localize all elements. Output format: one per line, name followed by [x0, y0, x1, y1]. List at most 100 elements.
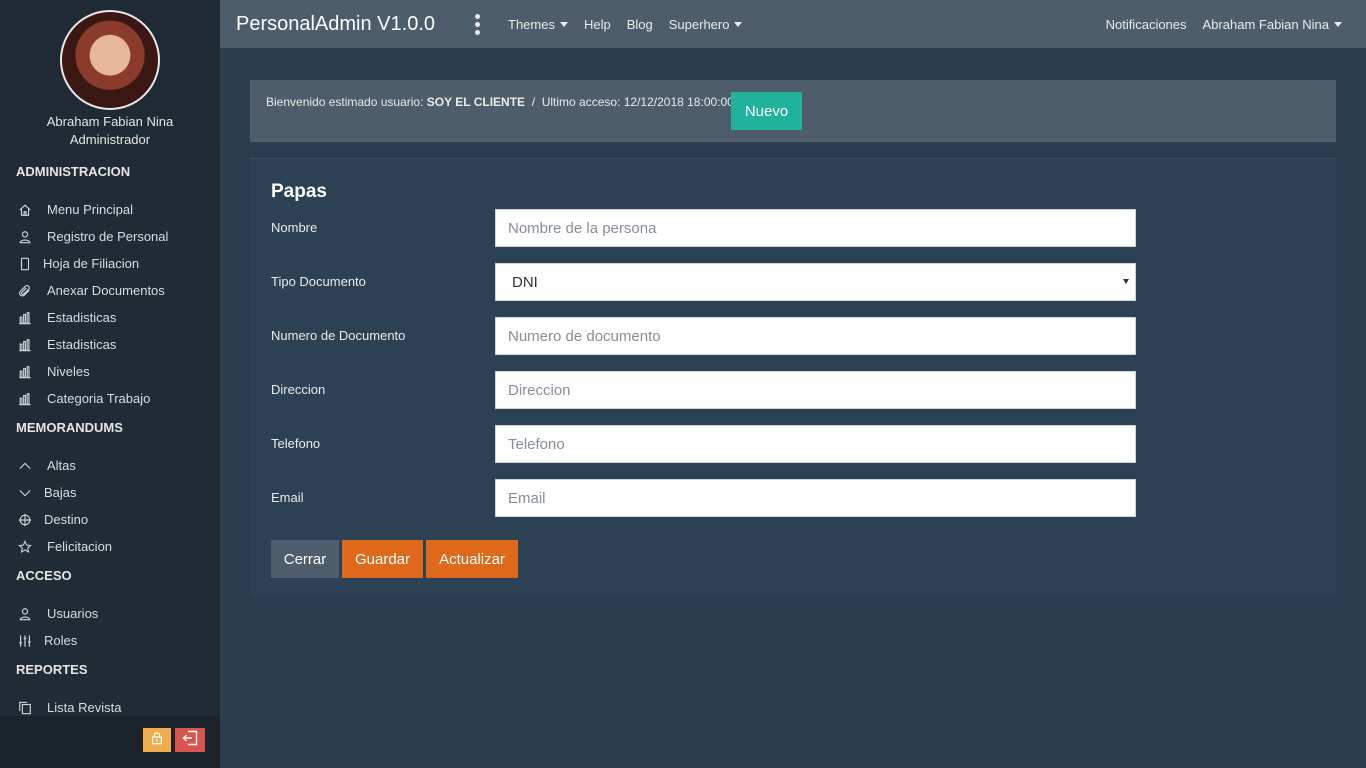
guardar-button[interactable]: Guardar: [342, 540, 423, 578]
numero-documento-input[interactable]: [495, 317, 1136, 355]
form-row-direccion: Direccion: [271, 371, 1331, 422]
logout-button[interactable]: [175, 728, 205, 752]
user-menu-dropdown[interactable]: Abraham Fabian Nina: [1203, 17, 1342, 32]
nav-blog-label: Blog: [626, 16, 653, 32]
sidebar-item-niveles[interactable]: Niveles: [0, 358, 220, 385]
sidebar-item-label: Altas: [47, 458, 76, 473]
last-access: Ultimo acceso: 12/12/2018 18:00:00: [541, 95, 734, 109]
sidebar-item-registro-personal[interactable]: Registro de Personal: [0, 223, 220, 250]
sidebar-item-usuarios[interactable]: Usuarios: [0, 600, 220, 627]
sidebar-item-bajas[interactable]: Bajas: [0, 479, 220, 506]
bar-chart-icon: [18, 337, 40, 353]
sidebar-item-hoja-filiacion[interactable]: Hoja de Filiacion: [0, 250, 220, 277]
profile-name: Abraham Fabian Nina: [46, 114, 174, 129]
lock-icon: [150, 731, 164, 750]
email-label: Email: [271, 490, 304, 505]
form-title: Papas: [271, 181, 327, 202]
caret-down-icon: [734, 21, 743, 27]
tipo-documento-label: Tipo Documento: [271, 274, 366, 289]
welcome-separator: /: [531, 95, 536, 109]
nuevo-button[interactable]: Nuevo: [731, 92, 802, 130]
sidebar-item-label: Estadisticas: [47, 310, 117, 325]
form-row-tipo-documento: Tipo Documento DNI: [271, 263, 1331, 314]
welcome-text: Bienvenido estimado usuario: SOY EL CLIE…: [266, 95, 734, 109]
sidebar-item-label: Menu Principal: [47, 202, 133, 217]
nav-superhero-dropdown[interactable]: Superhero: [669, 17, 743, 32]
sidebar-menu: ADMINISTRACION Menu Principal Registro d…: [0, 150, 220, 716]
sidebar-item-label: Roles: [44, 633, 78, 648]
direccion-input[interactable]: [495, 371, 1136, 409]
sidebar-item-label: Usuarios: [47, 606, 99, 621]
sidebar-item-roles[interactable]: Roles: [0, 627, 220, 654]
nav-themes-dropdown[interactable]: Themes: [508, 17, 568, 32]
numero-documento-label: Numero de Documento: [271, 328, 406, 343]
lock-button[interactable]: [143, 728, 171, 752]
nav-blog-link[interactable]: Blog: [627, 17, 653, 32]
welcome-bar: Bienvenido estimado usuario: SOY EL CLIE…: [250, 80, 1336, 142]
sidebar-item-label: Categoria Trabajo: [47, 391, 151, 406]
form-row-nombre: Nombre: [271, 209, 1331, 260]
direccion-label: Direccion: [271, 382, 326, 397]
kebab-menu-icon[interactable]: [473, 13, 481, 35]
sidebar-item-felicitacion[interactable]: Felicitacion: [0, 533, 220, 560]
section-administracion: ADMINISTRACION: [16, 164, 131, 179]
nav-help-label: Help: [583, 16, 611, 32]
nav-help-link[interactable]: Help: [584, 17, 611, 32]
nav-right: Notificaciones Abraham Fabian Nina: [1090, 17, 1342, 32]
welcome-prefix: Bienvenido estimado usuario:: [266, 95, 424, 109]
sidebar: Abraham Fabian Nina Administrador ADMINI…: [0, 0, 220, 768]
form-card: Papas Nombre Tipo Documento DNI Numero d…: [250, 158, 1336, 598]
notifications-link[interactable]: Notificaciones: [1106, 17, 1187, 32]
tipo-documento-select[interactable]: DNI: [495, 263, 1136, 301]
document-icon: [18, 256, 40, 272]
sidebar-item-estadisticas-2[interactable]: Estadisticas: [0, 331, 220, 358]
crosshair-icon: [18, 512, 40, 528]
telefono-input[interactable]: [495, 425, 1136, 463]
cerrar-button[interactable]: Cerrar: [271, 540, 339, 578]
top-navbar: PersonalAdmin V1.0.0 Themes Help Blog Su…: [220, 0, 1366, 48]
avatar[interactable]: [60, 10, 160, 110]
nombre-input[interactable]: [495, 209, 1136, 247]
copy-icon: [18, 700, 40, 716]
bar-chart-icon: [18, 391, 40, 407]
sidebar-item-altas[interactable]: Altas: [0, 452, 220, 479]
chevron-up-icon: [18, 458, 40, 474]
profile-panel: Abraham Fabian Nina Administrador: [0, 0, 220, 150]
sidebar-item-estadisticas-1[interactable]: Estadisticas: [0, 304, 220, 331]
sidebar-item-label: Estadisticas: [47, 337, 117, 352]
sidebar-item-label: Hoja de Filiacion: [43, 256, 140, 271]
form-row-email: Email: [271, 479, 1331, 530]
bar-chart-icon: [18, 364, 40, 380]
email-input[interactable]: [495, 479, 1136, 517]
home-icon: [18, 202, 40, 218]
form-row-telefono: Telefono: [271, 425, 1331, 476]
actualizar-button[interactable]: Actualizar: [426, 540, 518, 578]
nav-themes-label: Themes: [508, 16, 555, 32]
paperclip-icon: [18, 283, 40, 299]
sidebar-item-menu-principal[interactable]: Menu Principal: [0, 196, 220, 223]
sidebar-item-destino[interactable]: Destino: [0, 506, 220, 533]
sidebar-item-label: Destino: [44, 512, 89, 527]
nav-superhero-label: Superhero: [668, 16, 730, 32]
star-icon: [18, 539, 40, 555]
brand-title[interactable]: PersonalAdmin V1.0.0: [236, 13, 435, 36]
form-row-numero-documento: Numero de Documento: [271, 317, 1331, 368]
chevron-down-icon: [18, 485, 40, 501]
sidebar-item-anexar-documentos[interactable]: Anexar Documentos: [0, 277, 220, 304]
telefono-label: Telefono: [271, 436, 321, 451]
sidebar-item-lista-revista[interactable]: Lista Revista: [0, 694, 220, 716]
sidebar-item-categoria-trabajo[interactable]: Categoria Trabajo: [0, 385, 220, 412]
tipo-documento-value: DNI: [512, 273, 538, 291]
caret-down-icon: [559, 21, 568, 27]
section-reportes: REPORTES: [16, 662, 88, 677]
sidebar-footer: [0, 716, 220, 768]
sidebar-item-label: Anexar Documentos: [47, 283, 165, 298]
user-icon: [18, 229, 40, 245]
profile-role: Administrador: [69, 132, 151, 147]
nombre-label: Nombre: [271, 220, 318, 235]
sidebar-item-label: Felicitacion: [47, 539, 113, 554]
form-actions: Cerrar Guardar Actualizar: [271, 540, 518, 578]
welcome-user: SOY EL CLIENTE: [426, 95, 526, 109]
caret-down-icon: [1334, 21, 1342, 27]
sidebar-item-label: Registro de Personal: [47, 229, 169, 244]
